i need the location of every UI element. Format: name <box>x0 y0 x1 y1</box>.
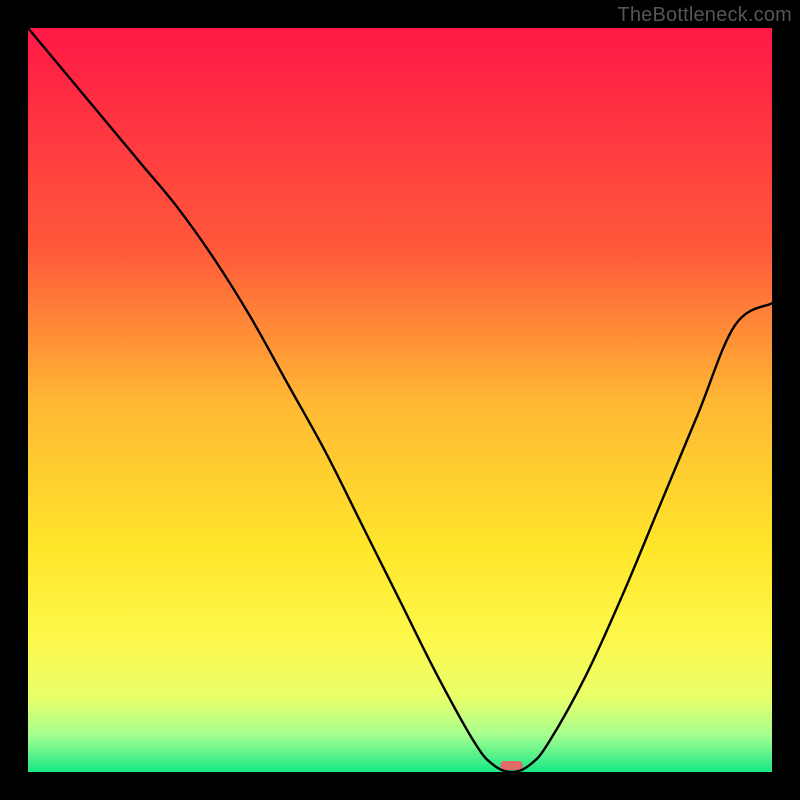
watermark-text: TheBottleneck.com <box>617 4 792 27</box>
plot-area <box>28 28 772 772</box>
gradient-rect <box>28 28 772 772</box>
chart-svg <box>28 28 772 772</box>
chart-frame: TheBottleneck.com <box>0 0 800 800</box>
optimal-marker <box>500 761 522 770</box>
